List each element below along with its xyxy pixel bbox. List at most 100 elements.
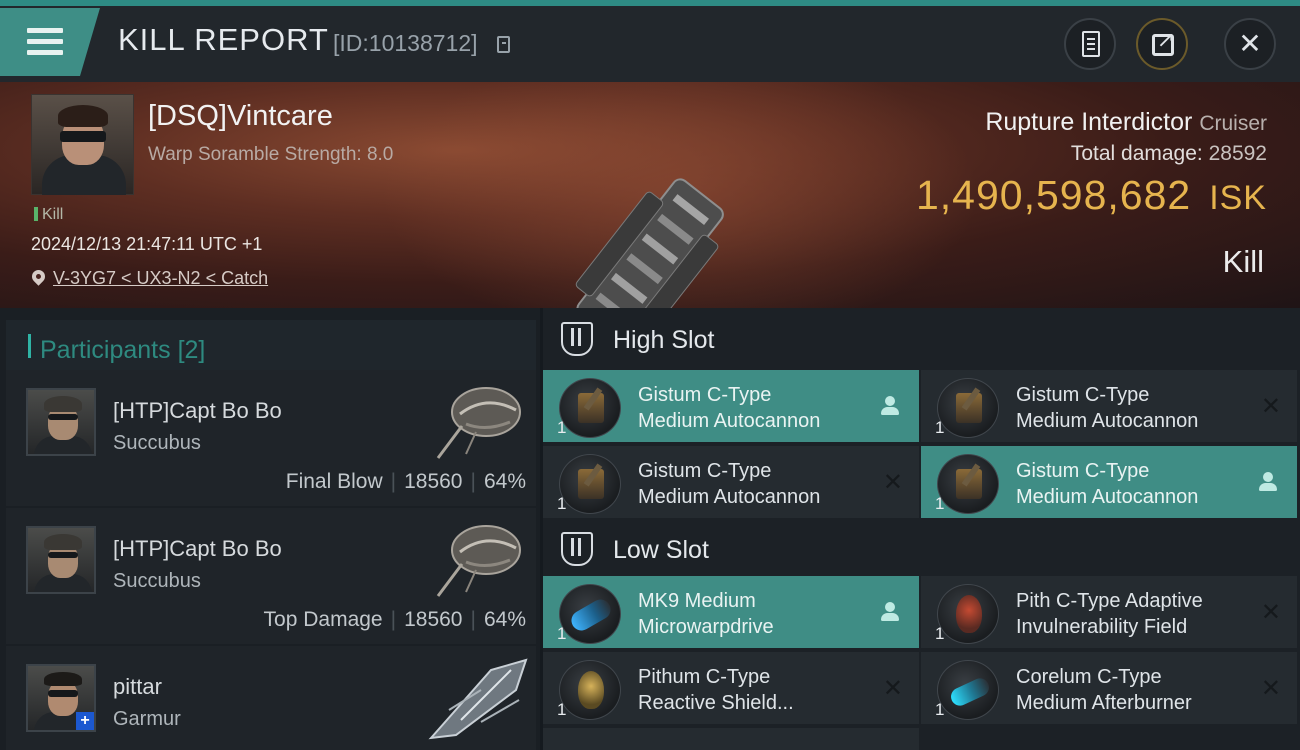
participants-panel: Participants [2] [HTP]Capt Bo Bo Succubu…: [0, 308, 540, 750]
report-id: [ID:10138712]: [333, 30, 478, 56]
high-slot-icon: [561, 322, 593, 356]
menu-button[interactable]: [0, 8, 100, 76]
person-icon: [881, 602, 899, 622]
participants-label: Participants: [40, 336, 171, 364]
close-icon: ✕: [1238, 28, 1262, 59]
module-slot[interactable]: 1 Gistum C-Type Medium Autocannon ✕: [543, 444, 919, 518]
kill-tag: Kill: [34, 206, 63, 224]
module-name: Gistum C-Type Medium Autocannon: [638, 460, 821, 508]
module-quantity: 1: [557, 494, 567, 513]
victim-name[interactable]: [DSQ]Vintcare: [148, 100, 333, 133]
module-name: Gistum C-Type Medium Autocannon: [1016, 384, 1199, 432]
participant-role: Final Blow: [285, 470, 383, 493]
menu-icon: [27, 28, 63, 56]
participant-name[interactable]: pittar: [113, 674, 162, 700]
copy-icon[interactable]: [497, 36, 510, 53]
kill-result: Kill: [1222, 244, 1264, 279]
isk-value: 1,490,598,682 ISK: [916, 172, 1267, 219]
module-name: Gistum C-Type Medium Autocannon: [1016, 460, 1199, 508]
destroyed-icon: ✕: [1260, 599, 1281, 626]
location-pin-icon: [29, 267, 48, 286]
module-quantity: 1: [935, 494, 945, 513]
low-slot-header: Low Slot: [543, 518, 1300, 578]
module-slot[interactable]: 1 MK9 Medium Microwarpdrive: [543, 574, 919, 648]
module-name: Corelum C-Type Medium Afterburner: [1016, 666, 1192, 714]
participant-percent: 64%: [483, 470, 526, 493]
participant-damage: 18560: [404, 608, 463, 631]
person-icon: [1259, 472, 1277, 492]
module-slot[interactable]: 1 Gistum C-Type Medium Autocannon ✕: [921, 368, 1297, 442]
ship-type[interactable]: Rupture Interdictor Cruiser: [985, 108, 1267, 137]
participant-avatar[interactable]: [26, 388, 96, 456]
isk-amount: 1,490,598,682: [915, 172, 1192, 218]
notes-button[interactable]: [1064, 18, 1116, 70]
destroyed-icon: ✕: [882, 675, 903, 702]
participant-avatar[interactable]: [26, 526, 96, 594]
participant-stats: Top Damage | 18560 | 64%: [263, 608, 526, 631]
module-slot[interactable]: 1 Pith C-Type Adaptive Invulnerability Fi…: [921, 574, 1297, 648]
module-name: Gistum C-Type Medium Autocannon: [638, 384, 821, 432]
victim-summary: [DSQ]Vintcare Warp Soramble Strength: 8.…: [0, 82, 1300, 308]
fitting-panel: High Slot 1 Gistum C-Type Medium Autocann…: [543, 308, 1300, 750]
module-quantity: 1: [557, 700, 567, 719]
module-quantity: 1: [935, 700, 945, 719]
participant-card[interactable]: [HTP]Capt Bo Bo Succubus Top Damage | 1856…: [6, 508, 536, 644]
participant-card[interactable]: + pittar Garmur: [6, 646, 536, 750]
plus-icon: +: [76, 712, 94, 730]
destroyed-icon: ✕: [1260, 393, 1281, 420]
participant-avatar[interactable]: +: [26, 664, 96, 732]
shield-icon: [937, 584, 999, 644]
close-button[interactable]: ✕: [1224, 18, 1276, 70]
participant-ship: Garmur: [113, 708, 181, 730]
autocannon-icon: [937, 454, 999, 514]
isk-unit: ISK: [1209, 179, 1267, 217]
afterburner-icon: [937, 660, 999, 720]
participant-ship: Succubus: [113, 432, 201, 454]
module-name: MK9 Medium Microwarpdrive: [638, 590, 774, 638]
warp-scramble-strength: Warp Soramble Strength: 8.0: [148, 144, 394, 165]
damage-label: Total damage:: [1070, 142, 1203, 165]
module-slot[interactable]: 1 Gistum C-Type Medium Autocannon: [921, 444, 1297, 518]
destroyed-icon: ✕: [882, 469, 903, 496]
module-slot[interactable]: 1 Pithum C-Type Reactive Shield... ✕: [543, 650, 919, 724]
total-damage: Total damage: 28592: [1071, 142, 1267, 166]
share-button[interactable]: ↗: [1136, 18, 1188, 70]
participant-percent: 64%: [483, 608, 526, 631]
header-accent-line: [0, 0, 1300, 6]
participant-role: Top Damage: [263, 608, 383, 631]
module-name: Pithum C-Type Reactive Shield...: [638, 666, 794, 714]
notes-icon: [1082, 31, 1100, 57]
autocannon-icon: [559, 378, 621, 438]
ship-name: Rupture Interdictor: [985, 108, 1193, 136]
participants-count: [2]: [177, 336, 206, 364]
module-slot-partial[interactable]: [543, 726, 919, 750]
module-quantity: 1: [935, 418, 945, 437]
participants-header[interactable]: Participants [2]: [6, 320, 536, 374]
microwarpdrive-icon: [559, 584, 621, 644]
participant-ship-image: [428, 658, 528, 740]
high-slot-header: High Slot: [543, 308, 1300, 368]
header-accent-bar: [28, 334, 31, 358]
module-slot[interactable]: 1 Gistum C-Type Medium Autocannon: [543, 368, 919, 442]
participant-name[interactable]: [HTP]Capt Bo Bo: [113, 398, 282, 424]
destroyed-icon: ✕: [1260, 675, 1281, 702]
module-slot[interactable]: 1 Corelum C-Type Medium Afterburner ✕: [921, 650, 1297, 724]
low-slot-label: Low Slot: [613, 536, 709, 564]
page-title: KILL REPORT: [118, 22, 329, 57]
participant-card[interactable]: [HTP]Capt Bo Bo Succubus Final Blow | 1856…: [6, 370, 536, 506]
module-name: Pith C-Type Adaptive Invulnerability Fiel…: [1016, 590, 1203, 638]
participant-ship-image: [436, 387, 521, 459]
high-slot-label: High Slot: [613, 326, 715, 354]
damage-value: 28592: [1208, 142, 1267, 165]
reactive-shield-icon: [559, 660, 621, 720]
participant-damage: 18560: [404, 470, 463, 493]
participant-stats: Final Blow | 18560 | 64%: [285, 470, 526, 493]
autocannon-icon: [937, 378, 999, 438]
person-icon: [881, 396, 899, 416]
participant-name[interactable]: [HTP]Capt Bo Bo: [113, 536, 282, 562]
participant-ship-image: [436, 525, 521, 597]
location-link[interactable]: V-3YG7 < UX3-N2 < Catch: [53, 268, 268, 289]
ship-class: Cruiser: [1199, 112, 1267, 135]
victim-ship-image: [575, 178, 724, 308]
victim-avatar[interactable]: [31, 94, 134, 195]
